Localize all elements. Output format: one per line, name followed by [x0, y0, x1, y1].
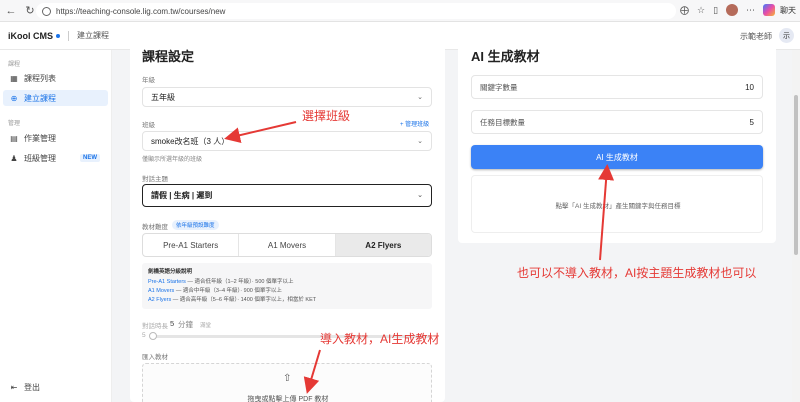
grade-value: 五年級	[151, 92, 175, 102]
chat-label[interactable]: 聊天	[780, 5, 796, 16]
back-icon[interactable]: ←	[3, 3, 19, 19]
translate-icon[interactable]: ⨁	[680, 5, 689, 16]
annotation-import-material: 導入教材，AI生成教材	[320, 332, 440, 346]
ai-generator-card: AI 生成教材 關鍵字數量 10 任務目標數量 5 AI 生成教材 點擊「AI …	[458, 40, 776, 243]
topic-select[interactable]: 請假 | 生病 | 遲到 ⌄	[142, 184, 432, 207]
browser-toolbar: ← ↻ https://teaching-console.lig.com.tw/…	[0, 0, 800, 22]
info-line: Pre-A1 Starters — 適合低年級（1–2 年級）· 500 個單字…	[148, 279, 294, 285]
header-divider	[68, 30, 69, 41]
copilot-icon[interactable]	[763, 4, 776, 16]
generator-title: AI 生成教材	[471, 49, 540, 64]
grid-icon: ▦	[10, 73, 18, 83]
scrollbar-thumb[interactable]	[794, 95, 798, 255]
task-count-input[interactable]: 任務目標數量 5	[471, 110, 763, 134]
level-option-a2[interactable]: A2 Flyers	[335, 234, 431, 256]
brand-name: iKool CMS	[8, 30, 53, 41]
task-count-value: 5	[749, 117, 754, 127]
url-text: https://teaching-console.lig.com.tw/cour…	[56, 6, 226, 16]
sidebar: 課程 ▦ 課程列表 ⊕ 建立課程 管理 ▤ 作業管理 ♟ 班級管理 NEW ⇤ …	[0, 50, 112, 402]
chevron-down-icon: ⌄	[417, 94, 423, 101]
task-count-label: 任務目標數量	[480, 117, 525, 127]
course-settings-card: 課程設定 年級 五年級 ⌄ 班級 + 管理班級 smoke改名班（3 人） ⌄ …	[130, 40, 445, 402]
pdf-upload-dropzone[interactable]: ⇧ 拖曳或點擊上傳 PDF 教材	[142, 363, 432, 402]
plus-circle-icon: ⊕	[10, 93, 18, 103]
difficulty-tag: 依年級預設難度	[172, 220, 219, 230]
sidebar-item-label: 作業管理	[24, 133, 56, 143]
breadcrumb: 建立課程	[77, 31, 109, 40]
address-bar[interactable]: https://teaching-console.lig.com.tw/cour…	[36, 3, 676, 19]
sidebar-item-create-course[interactable]: ⊕ 建立課程	[3, 90, 108, 106]
new-badge: NEW	[80, 154, 100, 162]
difficulty-label: 教材難度	[142, 224, 168, 231]
class-select[interactable]: smoke改名班（3 人） ⌄	[142, 131, 432, 151]
manage-class-link[interactable]: + 管理班級	[400, 119, 429, 128]
class-value: smoke改名班（3 人）	[151, 136, 230, 146]
duration-label: 對話時長	[142, 323, 168, 330]
ai-generate-button[interactable]: AI 生成教材	[471, 145, 763, 169]
info-line: A2 Flyers — 適合高年級（5–6 年級）· 1400 個單字以上，相當…	[148, 297, 317, 303]
generator-message: 點擊「AI 生成教材」產生關鍵字與任務目標	[555, 203, 681, 210]
sidebar-item-classes[interactable]: ♟ 班級管理 NEW	[3, 150, 108, 166]
duration-unit: 分鐘	[178, 320, 193, 329]
page-scrollbar[interactable]	[792, 50, 800, 402]
duration-slider-handle[interactable]	[149, 332, 157, 340]
profile-avatar[interactable]	[726, 4, 739, 16]
upload-text: 拖曳或點擊上傳 PDF 教材	[247, 396, 329, 402]
page-title: 課程設定	[142, 49, 195, 64]
collections-icon[interactable]: ▯	[713, 5, 718, 16]
upload-icon: ⇧	[283, 373, 292, 384]
users-icon: ♟	[10, 153, 18, 163]
sidebar-item-course-list[interactable]: ▦ 課程列表	[3, 70, 108, 86]
document-icon: ▤	[10, 133, 18, 143]
level-info-box: 劍橋英語分級說明 Pre-A1 Starters — 適合低年級（1–2 年級）…	[142, 263, 432, 309]
keyword-count-label: 關鍵字數量	[480, 82, 518, 92]
keyword-count-value: 10	[745, 82, 754, 92]
annotation-select-class: 選擇班級	[302, 109, 351, 123]
logout-icon: ⇤	[10, 382, 18, 392]
topic-value: 請假 | 生病 | 遲到	[151, 191, 213, 200]
sidebar-group-course: 課程	[8, 62, 21, 68]
generated-output-area: 點擊「AI 生成教材」產生關鍵字與任務目標	[471, 175, 763, 233]
sidebar-item-homework[interactable]: ▤ 作業管理	[3, 130, 108, 146]
class-hint: 僅顯示所選年級的班級	[142, 157, 203, 163]
chevron-down-icon: ⌄	[417, 192, 423, 199]
slider-min-label: 5	[142, 332, 146, 339]
import-label: 匯入教材	[142, 354, 168, 361]
logout-button[interactable]: ⇤ 登出	[3, 379, 108, 395]
brand-dot-icon	[56, 33, 60, 38]
annotation-optional: 也可以不導入教材，AI按主題生成教材也可以	[517, 266, 757, 280]
sidebar-item-label: 課程列表	[24, 73, 56, 83]
sidebar-group-manage: 管理	[8, 121, 21, 127]
difficulty-segmented-control: Pre-A1 Starters A1 Movers A2 Flyers	[142, 233, 432, 257]
info-line: A1 Movers — 適合中年級（3–4 年級）· 900 個單字以上	[148, 288, 282, 294]
site-info-icon[interactable]	[42, 6, 51, 16]
class-label: 班級	[142, 122, 155, 129]
brand-logo[interactable]: iKool CMS	[8, 31, 60, 41]
topic-label: 對話主題	[142, 176, 168, 183]
sidebar-item-label: 班級管理	[24, 153, 56, 163]
level-option-pre-a1[interactable]: Pre-A1 Starters	[143, 234, 240, 256]
duration-value: 5	[170, 319, 175, 328]
info-title: 劍橋英語分級說明	[148, 269, 193, 275]
keyword-count-input[interactable]: 關鍵字數量 10	[471, 75, 763, 99]
grade-select[interactable]: 五年級 ⌄	[142, 87, 432, 107]
duration-extra: 滿堂	[200, 323, 212, 329]
sidebar-item-label: 建立課程	[24, 93, 56, 103]
logout-label: 登出	[24, 382, 40, 392]
favorite-star-icon[interactable]: ☆	[697, 5, 705, 16]
grade-label: 年級	[142, 77, 155, 84]
level-option-a1[interactable]: A1 Movers	[239, 234, 336, 256]
chevron-down-icon: ⌄	[417, 138, 423, 145]
more-icon[interactable]: ⋯	[746, 5, 755, 16]
user-avatar[interactable]: 示	[779, 28, 794, 43]
